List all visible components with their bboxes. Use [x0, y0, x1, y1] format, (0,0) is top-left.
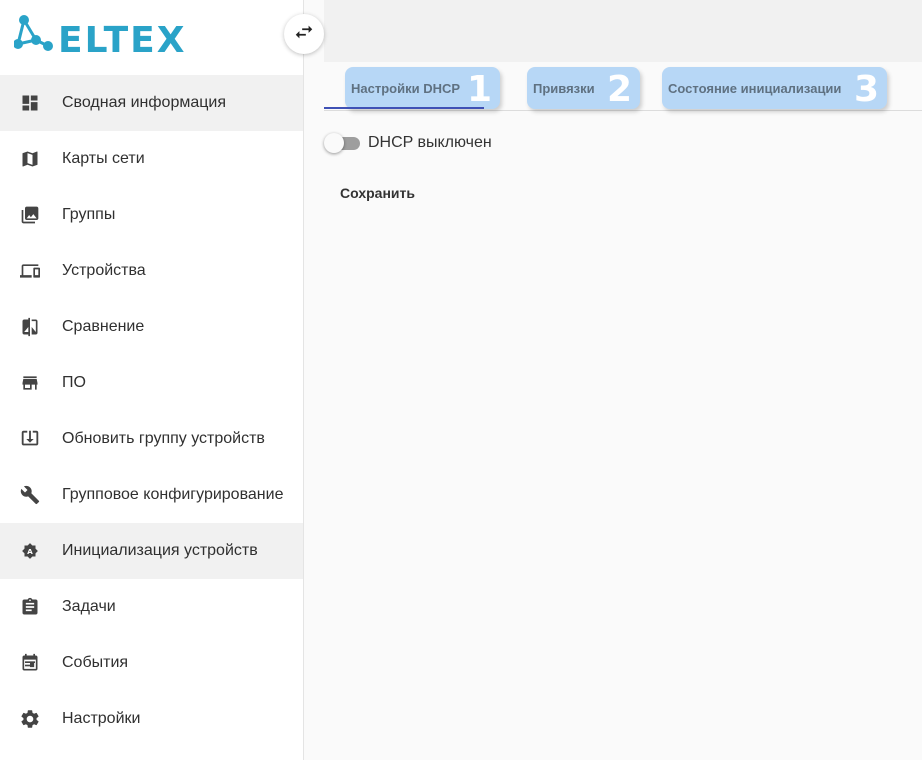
sidebar-item-device-init[interactable]: A Инициализация устройств — [0, 523, 303, 579]
calendar-icon — [18, 651, 42, 675]
sidebar-item-devices[interactable]: Устройства — [0, 243, 303, 299]
devices-icon — [18, 259, 42, 283]
sidebar: ELTEX Сводная информация Карты сети Груп… — [0, 0, 304, 760]
sidebar-item-tasks[interactable]: Задачи — [0, 579, 303, 635]
sidebar-item-label: Задачи — [62, 598, 116, 615]
tab-label: Состояние инициализации — [668, 80, 842, 96]
store-icon — [18, 371, 42, 395]
top-bar — [324, 0, 922, 62]
sidebar-toggle-button[interactable] — [284, 14, 324, 54]
map-icon — [18, 147, 42, 171]
tab-bar: Настройки DHCP 1 Привязки 2 Состояние ин… — [324, 62, 922, 111]
sidebar-item-label: События — [62, 654, 129, 671]
dhcp-toggle-switch[interactable] — [324, 133, 360, 153]
active-tab-indicator — [324, 107, 484, 109]
wrench-icon — [18, 483, 42, 507]
sidebar-nav: Сводная информация Карты сети Группы Уст… — [0, 75, 303, 747]
sidebar-item-summary[interactable]: Сводная информация — [0, 75, 303, 131]
sidebar-item-compare[interactable]: Сравнение — [0, 299, 303, 355]
sidebar-item-label: Группы — [62, 206, 116, 223]
tab-number-badge: 3 — [853, 69, 879, 110]
dhcp-toggle-label: DHCP выключен — [368, 134, 492, 151]
tab-label: Настройки DHCP — [351, 80, 461, 96]
logo-mark-icon — [13, 15, 53, 51]
sidebar-item-events[interactable]: События — [0, 635, 303, 691]
sidebar-item-update-group[interactable]: Обновить группу устройств — [0, 411, 303, 467]
clipboard-icon — [18, 595, 42, 619]
sidebar-item-label: Карты сети — [62, 150, 145, 167]
sidebar-item-label: Настройки — [62, 710, 141, 727]
sidebar-item-group-config[interactable]: Групповое конфигурирование — [0, 467, 303, 523]
auto-badge-icon: A — [18, 539, 42, 563]
tab-number-badge: 2 — [606, 69, 632, 110]
sidebar-item-label: Устройства — [62, 262, 146, 279]
sidebar-item-label: Групповое конфигурирование — [62, 486, 284, 503]
sidebar-item-groups[interactable]: Группы — [0, 187, 303, 243]
eltex-logo[interactable]: ELTEX — [13, 14, 194, 60]
dhcp-toggle-row: DHCP выключен — [324, 132, 492, 154]
sidebar-item-label: Сводная информация — [62, 94, 226, 111]
sidebar-item-software[interactable]: ПО — [0, 355, 303, 411]
download-box-icon — [18, 427, 42, 451]
logo-text: ELTEX — [58, 20, 187, 61]
switch-thumb — [324, 133, 344, 153]
save-button[interactable]: Сохранить — [330, 178, 425, 208]
sidebar-item-network-maps[interactable]: Карты сети — [0, 131, 303, 187]
compare-icon — [18, 315, 42, 339]
sidebar-item-label: ПО — [62, 374, 86, 391]
swap-horizontal-icon — [293, 21, 315, 48]
svg-text:A: A — [27, 547, 33, 556]
sidebar-item-settings[interactable]: Настройки — [0, 691, 303, 747]
tab-init-status[interactable]: Состояние инициализации 3 — [662, 67, 887, 109]
sidebar-item-label: Обновить группу устройств — [62, 430, 265, 447]
tab-label: Привязки — [533, 80, 595, 96]
tab-bindings[interactable]: Привязки 2 — [527, 67, 640, 109]
gear-icon — [18, 707, 42, 731]
tab-number-badge: 1 — [466, 69, 492, 110]
tab-dhcp-settings[interactable]: Настройки DHCP 1 — [345, 67, 500, 109]
sidebar-item-label: Инициализация устройств — [62, 542, 258, 559]
dashboard-icon — [18, 91, 42, 115]
sidebar-item-label: Сравнение — [62, 318, 145, 335]
photo-library-icon — [18, 203, 42, 227]
